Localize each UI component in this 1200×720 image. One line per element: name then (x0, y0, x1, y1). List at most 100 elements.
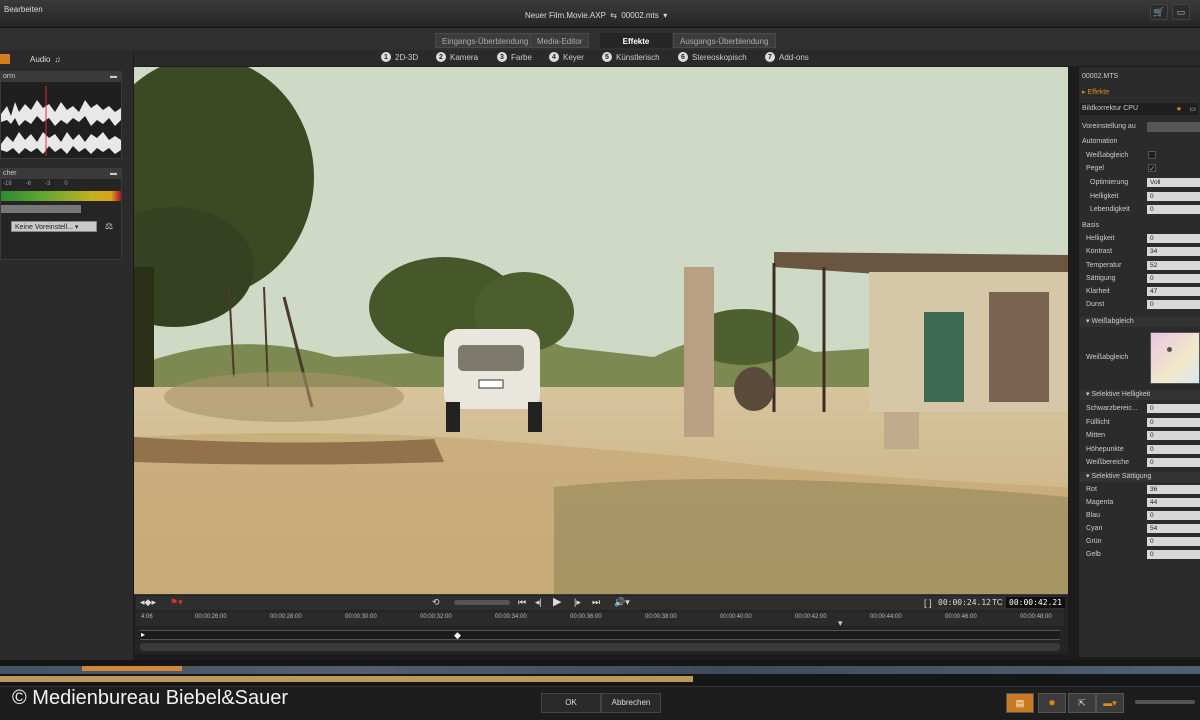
collapse-icon[interactable]: ▬ (110, 72, 117, 82)
auto-helligkeit-value[interactable]: 0 (1147, 192, 1200, 201)
tab-ausgangs-ueberblendung[interactable]: Ausgangs-Überblendung (673, 33, 776, 48)
white-balance-picker[interactable] (1150, 332, 1200, 384)
wb-handle[interactable] (1167, 347, 1172, 352)
clip-name: 00002.mts (621, 11, 659, 20)
timeline-scrollbar[interactable] (140, 643, 1060, 651)
automation-label: Automation (1082, 138, 1118, 145)
sun-icon[interactable]: ✹ (1038, 693, 1066, 713)
window-icon[interactable]: ▭ (1172, 4, 1190, 20)
cart-icon[interactable]: 🛒 (1150, 4, 1168, 20)
sel-satt-value-magenta[interactable]: 44 (1147, 498, 1200, 507)
category-keyer[interactable]: 4 Keyer (549, 52, 584, 62)
preset-dropdown[interactable]: Keine Voreinstell... ▾ (11, 221, 97, 232)
step-forward-icon[interactable]: |▸ (574, 597, 581, 608)
cancel-button[interactable]: Abbrechen (601, 693, 661, 713)
category-stereoskopisch[interactable]: 6 Stereoskopisch (678, 52, 747, 62)
basis-value-dunst[interactable]: 0 (1147, 300, 1200, 309)
category-2d-3d[interactable]: 1 2D-3D (381, 52, 418, 62)
flag-icon[interactable]: ⚑▾ (170, 597, 183, 608)
category-kamera[interactable]: 2 Kamera (436, 52, 478, 62)
lebendigkeit-value[interactable]: 0 (1147, 205, 1200, 214)
ruler-label: 00:00:30:00 (345, 614, 377, 620)
star-icon[interactable]: ★ (1176, 105, 1182, 113)
copyright-watermark: © Medienbureau Biebel&Sauer (12, 687, 289, 709)
sel-hell-label-schwarz: Schwarzbereic... (1086, 405, 1138, 412)
playhead[interactable]: ▾ (838, 618, 843, 629)
loop-icon[interactable]: ⟲ (432, 597, 440, 608)
waveform-header: orm ▬ (1, 72, 121, 82)
shuttle-slider[interactable] (454, 600, 510, 605)
category-add-ons[interactable]: 7 Add-ons (765, 52, 809, 62)
skip-back-icon[interactable]: ⏮ (518, 597, 526, 608)
play-icon[interactable]: ▶ (553, 595, 561, 608)
audio-tab[interactable]: Audio ♫ (0, 52, 90, 66)
preset-value: Keine Voreinstell... (15, 224, 73, 231)
mixer-header: cher ▬ (1, 169, 121, 179)
sel-hell-value-schwarz[interactable]: 0 (1147, 404, 1200, 413)
ok-button[interactable]: OK (541, 693, 601, 713)
tab-eingangs-ueberblendung[interactable]: Eingangs-Überblendung (435, 33, 536, 48)
ruler-label: 00:00:44:00 (870, 614, 902, 620)
basis-label-temperatur: Temperatur (1086, 262, 1122, 269)
start-marker-icon[interactable]: ▸ (141, 630, 145, 639)
basis-value-helligkeit[interactable]: 0 (1147, 234, 1200, 243)
skip-forward-icon[interactable]: ⏭ (592, 597, 600, 608)
timeline-selection[interactable] (82, 666, 182, 671)
basis-value-saettigung[interactable]: 0 (1147, 274, 1200, 283)
total-timecode[interactable]: 00:00:42.21 (1006, 597, 1065, 608)
sel-hell-value-hoehepunkte[interactable]: 0 (1147, 445, 1200, 454)
sel-satt-value-blau[interactable]: 0 (1147, 511, 1200, 520)
category-label: Farbe (511, 52, 532, 62)
meter-label: -6 (25, 181, 32, 187)
keyframe-icon[interactable]: ◆ (454, 630, 461, 641)
preset-dropdown-right[interactable] (1147, 122, 1200, 132)
marker-icon[interactable]: ◂◆▸ (140, 597, 156, 608)
menu-bearbeiten[interactable]: Bearbeiten (4, 5, 43, 14)
sel-satt-value-cyan[interactable]: 54 (1147, 524, 1200, 533)
balance-slider[interactable] (1, 205, 81, 213)
effects-section[interactable]: ▸ Effekte (1082, 88, 1109, 96)
storyboard-icon[interactable]: ▤ (1006, 693, 1034, 713)
effect-header[interactable]: Bildkorrektur CPU ★ ▭ (1080, 103, 1198, 115)
category-number: 7 (765, 52, 775, 62)
sel-hell-value-fuelllicht[interactable]: 0 (1147, 418, 1200, 427)
sel-satt-value-gruen[interactable]: 0 (1147, 537, 1200, 546)
timeline-clip-bar[interactable] (0, 676, 693, 682)
wb-section[interactable]: ▾ Weißabgleich (1080, 317, 1200, 327)
layout-icon[interactable]: ▬▾ (1096, 693, 1124, 713)
pegel-checkbox[interactable]: ✓ (1148, 164, 1156, 173)
zoom-slider[interactable] (1135, 700, 1195, 704)
image-icon[interactable]: ▭ (1189, 105, 1196, 113)
sel-satt-value-gelb[interactable]: 0 (1147, 550, 1200, 559)
keyframe-track[interactable] (140, 630, 1060, 640)
sel-satt-label-gelb: Gelb (1086, 551, 1101, 558)
meter-label: 0 (64, 181, 68, 187)
basis-value-temperatur[interactable]: 52 (1147, 261, 1200, 270)
basis-value-kontrast[interactable]: 34 (1147, 247, 1200, 256)
category-kuenstlerisch[interactable]: 5 Künstlerisch (602, 52, 660, 62)
sel-hell-value-weiss[interactable]: 0 (1147, 458, 1200, 467)
category-label: Add-ons (779, 52, 809, 62)
basis-value-klarheit[interactable]: 47 (1147, 287, 1200, 296)
tab-effekte[interactable]: Effekte (600, 33, 672, 48)
step-back-icon[interactable]: ◂| (535, 597, 542, 608)
volume-icon[interactable]: 🔊▾ (614, 597, 630, 608)
mixer-settings-icon[interactable]: ⚖ (105, 221, 113, 232)
tab-media-editor[interactable]: Media-Editor (530, 33, 590, 48)
wb-auto-checkbox[interactable] (1148, 151, 1156, 159)
category-farbe[interactable]: 3 Farbe (497, 52, 532, 62)
sel-hell-section[interactable]: ▾ Selektive Helligkeit (1080, 390, 1200, 400)
pegel-label: Pegel (1086, 165, 1104, 172)
category-number: 3 (497, 52, 507, 62)
collapse-icon[interactable]: ▬ (110, 169, 117, 179)
wb-section-label: Weißabgleich (1091, 318, 1134, 325)
category-number: 4 (549, 52, 559, 62)
meter-label: -18 (3, 181, 12, 187)
optimierung-select[interactable]: Voll (1147, 178, 1200, 187)
sel-satt-value-rot[interactable]: 36 (1147, 485, 1200, 494)
sel-satt-section[interactable]: ▾ Selektive Sättigung (1080, 472, 1200, 482)
project-title[interactable]: Neuer Film.Movie.AXP ⇆ 00002.mts ▾ (525, 11, 667, 20)
sel-hell-value-mitten[interactable]: 0 (1147, 431, 1200, 440)
export-icon[interactable]: ⇱ (1068, 693, 1096, 713)
sel-hell-section-label: Selektive Helligkeit (1091, 391, 1151, 398)
